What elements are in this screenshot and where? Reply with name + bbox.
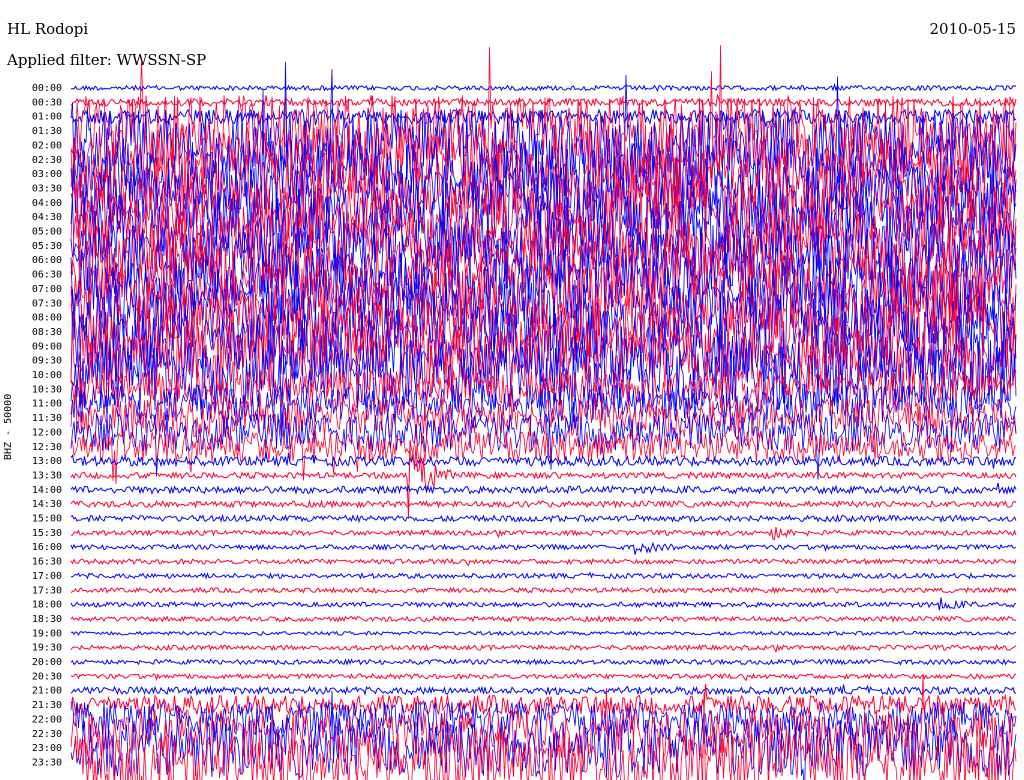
row-label: 10:30 (32, 384, 62, 395)
trace-line (70, 94, 1017, 108)
row-label: 05:30 (32, 241, 62, 252)
row-label: 08:00 (32, 313, 62, 324)
trace-line (70, 630, 1017, 637)
row-label: 21:30 (32, 700, 62, 711)
row-label: 17:00 (32, 571, 62, 582)
trace-line (70, 615, 1017, 623)
row-label: 00:30 (32, 97, 62, 108)
row-label: 08:30 (32, 327, 62, 338)
trace-line (70, 597, 1017, 611)
trace-line (70, 672, 1017, 682)
row-labels-group: 00:00 00:30 01:00 01:30 02:00 02:30 03:00 03:30… (32, 83, 62, 768)
trace-line (70, 82, 1017, 93)
trace-line (70, 541, 1017, 555)
row-label: 07:00 (32, 284, 62, 295)
row-label: 23:30 (32, 757, 62, 768)
row-label: 21:00 (32, 686, 62, 697)
row-label: 11:00 (32, 399, 62, 410)
trace-line (70, 643, 1017, 654)
row-label: 20:00 (32, 657, 62, 668)
row-label: 02:00 (32, 140, 62, 151)
row-label: 04:00 (32, 198, 62, 209)
row-label: 03:30 (32, 183, 62, 194)
row-label: 01:00 (32, 112, 62, 123)
row-label: 13:00 (32, 456, 62, 467)
row-label: 18:30 (32, 614, 62, 625)
trace-line (70, 586, 1017, 595)
row-label: 03:00 (32, 169, 62, 180)
trace-line (71, 571, 1017, 580)
row-label: 06:00 (32, 255, 62, 266)
row-label: 00:00 (32, 83, 62, 94)
helicorder-plot: 00:00 00:30 01:00 01:30 02:00 02:30 03:00 03:30… (32, 45, 1017, 780)
row-label: 20:30 (32, 671, 62, 682)
row-label: 14:00 (32, 485, 62, 496)
row-label: 10:00 (32, 370, 62, 381)
row-label: 23:00 (32, 743, 62, 754)
row-label: 11:30 (32, 413, 62, 424)
trace-line (70, 557, 1017, 567)
row-label: 19:00 (32, 628, 62, 639)
row-label: 06:30 (32, 270, 62, 281)
row-label: 16:00 (32, 542, 62, 553)
row-label: 12:00 (32, 427, 62, 438)
row-label: 13:30 (32, 470, 62, 481)
row-label: 17:30 (32, 585, 62, 596)
row-label: 15:30 (32, 528, 62, 539)
row-label: 04:30 (32, 212, 62, 223)
row-label: 22:00 (32, 714, 62, 725)
trace-line (70, 499, 1017, 509)
row-label: 12:30 (32, 442, 62, 453)
row-label: 02:30 (32, 155, 62, 166)
row-label: 07:30 (32, 298, 62, 309)
traces-group (70, 45, 1017, 780)
row-label: 01:30 (32, 126, 62, 137)
row-label: 09:00 (32, 341, 62, 352)
trace-line (70, 684, 1017, 697)
row-label: 15:00 (32, 514, 62, 525)
row-label: 19:30 (32, 643, 62, 654)
trace-line (70, 482, 1017, 496)
row-label: 09:30 (32, 356, 62, 367)
trace-line (70, 513, 1017, 524)
row-label: 22:30 (32, 729, 62, 740)
trace-line (70, 527, 1017, 541)
row-label: 05:00 (32, 227, 62, 238)
trace-line (70, 658, 1017, 666)
row-label: 14:30 (32, 499, 62, 510)
row-label: 18:00 (32, 600, 62, 611)
row-label: 16:30 (32, 557, 62, 568)
